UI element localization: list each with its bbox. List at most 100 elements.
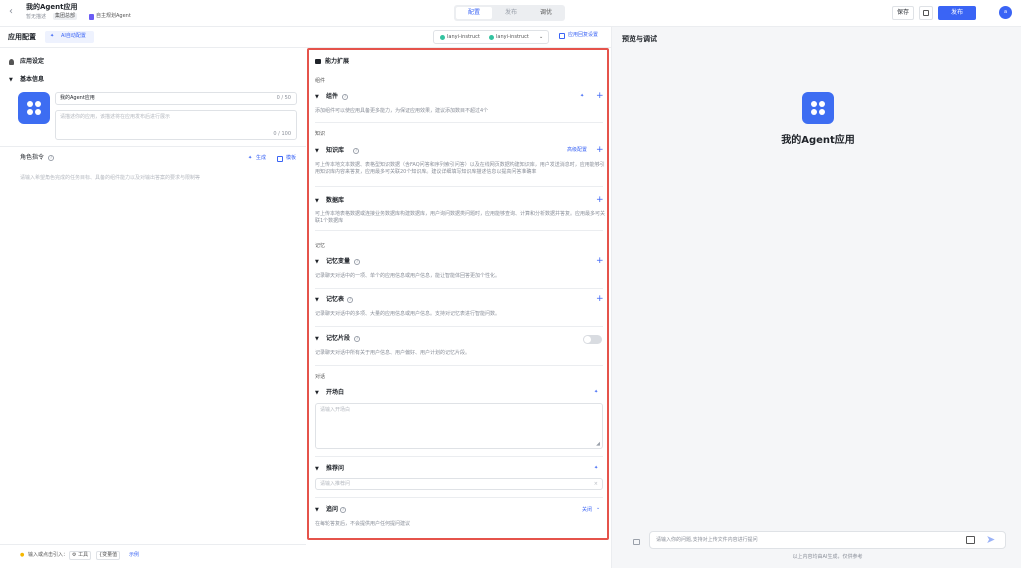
logo-part: [811, 109, 817, 115]
recommend-input[interactable]: 请输入推荐问 ×: [315, 478, 603, 490]
help-icon[interactable]: ?: [354, 336, 360, 342]
model-dot-icon: [489, 35, 494, 40]
template-icon: [277, 156, 283, 162]
app-desc: 暂无描述: [26, 14, 47, 20]
tab-publish[interactable]: 发布: [494, 7, 528, 19]
reply-settings-link[interactable]: 应用回复设置: [568, 32, 598, 39]
model-name-2: lanyi-instruct: [496, 34, 529, 40]
resize-handle-icon[interactable]: ◢: [596, 441, 600, 448]
sparkle-icon[interactable]: ✦: [580, 93, 584, 100]
example-link[interactable]: 示例: [129, 552, 139, 559]
publish-button[interactable]: 发布: [938, 6, 976, 20]
app-title: 我的Agent应用: [26, 3, 78, 11]
app-desc-input[interactable]: 请描述你的应用，该描述将在应用发布后进行展示 0 / 100: [55, 110, 297, 140]
help-icon[interactable]: ?: [354, 259, 360, 265]
copy-button[interactable]: [919, 6, 933, 20]
app-name-value: 我的Agent应用: [60, 95, 95, 101]
mode-tabs: 配置 发布 调优: [454, 5, 565, 21]
help-icon[interactable]: ?: [48, 155, 54, 161]
back-icon[interactable]: ‹: [9, 6, 13, 17]
section-memory: 记忆: [315, 243, 326, 249]
ai-disclaimer: 以上内容均由AI生成，仅供参考: [792, 554, 863, 560]
collapse-icon[interactable]: ▼: [315, 507, 319, 513]
help-icon[interactable]: ?: [342, 94, 348, 100]
followup-status[interactable]: 关闭: [582, 507, 592, 514]
help-icon[interactable]: ?: [353, 148, 359, 154]
generate-button[interactable]: 生成: [256, 155, 266, 162]
chat-placeholder: 请输入你的问题,支持对上传文件内容进行提问: [656, 537, 758, 543]
divider: [315, 288, 603, 289]
model-selector[interactable]: lanyi-instruct lanyi-instruct ⌄: [433, 30, 549, 44]
preview-app-logo: [802, 92, 834, 124]
collapse-icon[interactable]: ▼: [315, 198, 319, 204]
avatar[interactable]: a: [999, 6, 1012, 19]
mem-var-title: 记忆变量: [326, 258, 351, 265]
collapse-icon[interactable]: ▼: [315, 466, 319, 472]
role-placeholder[interactable]: 请输入希望角色完成的任务目标、具备的组件能力以及对输出答案的要求与限制等: [20, 175, 200, 182]
add-mem-var-icon[interactable]: +: [596, 257, 604, 266]
collapse-icon[interactable]: ▼: [315, 148, 319, 154]
collapse-icon[interactable]: ▼: [315, 390, 319, 396]
reply-settings-icon: [559, 33, 565, 39]
footer-hint: 输入或点击引入：: [28, 552, 69, 558]
recommend-title: 推荐问: [326, 465, 345, 472]
chevron-down-icon[interactable]: ⌄: [596, 505, 600, 512]
logo-part: [27, 101, 33, 107]
divider: [315, 122, 603, 123]
components-desc: 添加组件可以使应用具备更多能力，为保证应用效果，建议添加数目不超过4个: [315, 108, 489, 114]
user-icon: [9, 59, 14, 65]
send-icon[interactable]: ➤: [986, 533, 995, 547]
divider: [315, 497, 603, 498]
divider: [0, 146, 306, 147]
save-button[interactable]: 保存: [892, 6, 914, 20]
config-title: 应用配置: [8, 33, 36, 41]
kb-advanced-link[interactable]: 高级配置: [567, 147, 587, 154]
model-dot-icon: [440, 35, 445, 40]
collapse-icon[interactable]: ▼: [9, 77, 13, 83]
followup-desc: 在每轮答复后，不会提供用户任何提问建议: [315, 521, 411, 527]
divider: [315, 365, 603, 366]
preview-app-name: 我的Agent应用: [781, 135, 855, 146]
app-name-input[interactable]: 我的Agent应用 0 / 50: [55, 92, 297, 105]
ai-config-button[interactable]: ✦ AI自动配置: [45, 31, 94, 43]
help-icon[interactable]: ?: [347, 297, 353, 303]
collapse-icon[interactable]: ▼: [315, 336, 319, 342]
top-bar: ‹ 我的Agent应用 暂无描述 集团总部 自主规划Agent 配置 发布 调优…: [0, 0, 1021, 27]
collapse-icon[interactable]: ▼: [315, 297, 319, 303]
chevron-down-icon: ⌄: [539, 34, 544, 40]
chat-input[interactable]: 请输入你的问题,支持对上传文件内容进行提问 ➤: [649, 531, 1006, 549]
add-db-icon[interactable]: +: [596, 196, 604, 205]
add-kb-icon[interactable]: +: [596, 146, 604, 155]
basic-info-title: 基本信息: [20, 76, 45, 83]
recommend-placeholder: 请输入推荐问: [320, 481, 351, 487]
add-component-icon[interactable]: +: [596, 92, 604, 101]
add-mem-table-icon[interactable]: +: [596, 295, 604, 304]
insert-variable-button[interactable]: {变量值: [96, 551, 121, 560]
logo-part: [819, 101, 825, 107]
sparkle-icon[interactable]: ✦: [594, 389, 598, 396]
lightbulb-icon: ●: [20, 552, 25, 558]
app-desc-placeholder: 请描述你的应用，该描述将在应用发布后进行展示: [60, 114, 171, 120]
logo-part: [811, 101, 817, 107]
insert-tool-button[interactable]: ⚙ 工具: [69, 551, 92, 560]
divider: [315, 456, 603, 457]
help-icon[interactable]: ?: [340, 507, 346, 513]
db-desc: 可上传本地表格数据或连接业务数据库构建数据库，用户询问数据类问题时，应用能够查询…: [315, 211, 606, 224]
collapse-icon[interactable]: ▼: [315, 94, 319, 100]
tab-config[interactable]: 配置: [456, 7, 492, 19]
upload-file-icon[interactable]: [966, 536, 975, 544]
agent-type-icon: [89, 14, 94, 20]
opening-title: 开场白: [326, 389, 345, 396]
mem-snippet-toggle[interactable]: [583, 335, 602, 344]
template-button[interactable]: 模板: [286, 155, 296, 162]
clear-chat-icon[interactable]: [633, 539, 640, 545]
logo-part: [35, 109, 41, 115]
collapse-icon[interactable]: ▼: [315, 259, 319, 265]
opening-input[interactable]: 请输入开场白 ◢: [315, 403, 603, 449]
sparkle-icon[interactable]: ✦: [594, 465, 598, 472]
capability-title: 能力扩展: [325, 58, 350, 65]
clear-icon[interactable]: ×: [594, 481, 598, 488]
app-settings-title: 应用设定: [20, 58, 45, 65]
tab-tune[interactable]: 调优: [529, 7, 563, 19]
app-logo[interactable]: [18, 92, 50, 124]
